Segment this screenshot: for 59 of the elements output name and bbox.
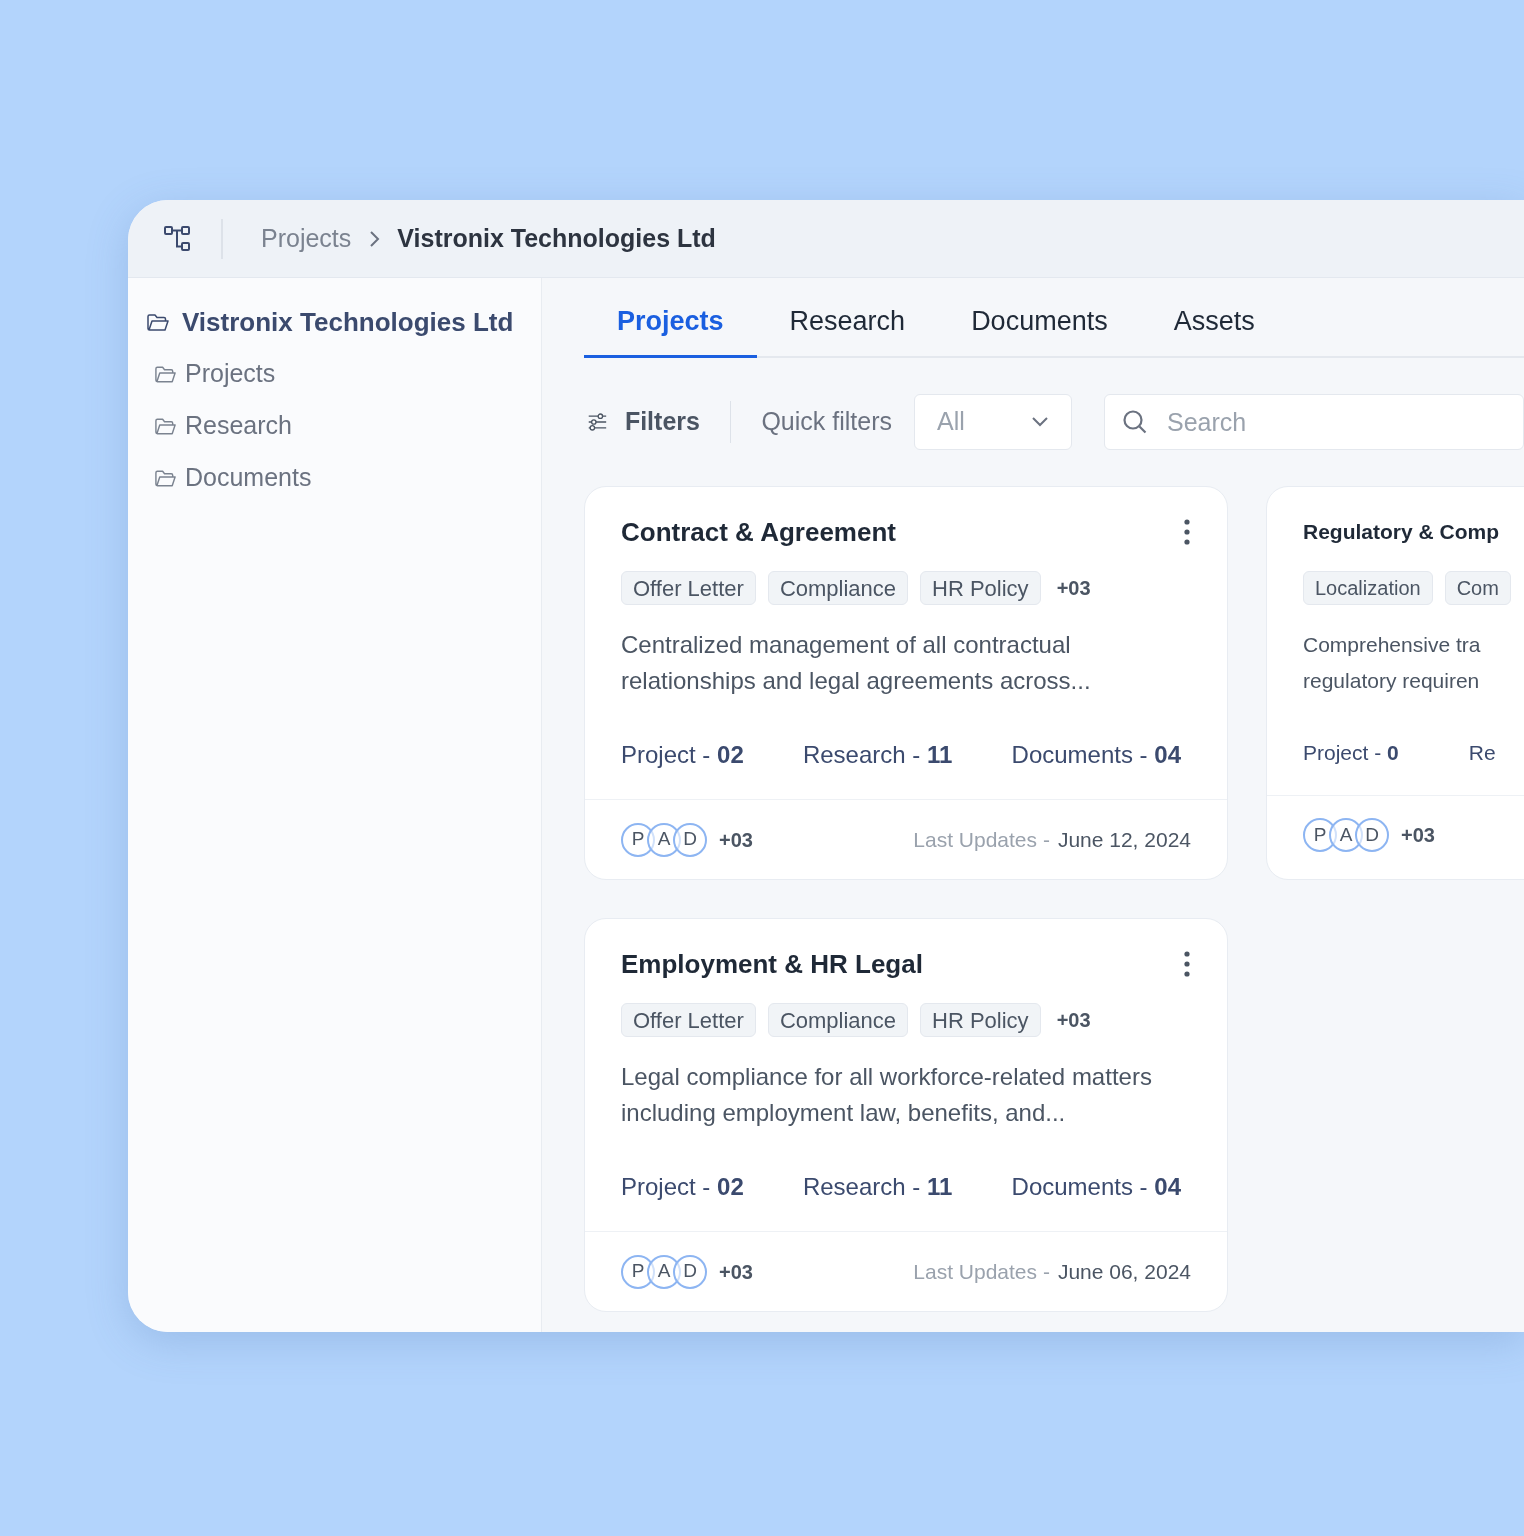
card-title: Employment & HR Legal <box>621 947 923 981</box>
more-people-count: +03 <box>1401 823 1435 848</box>
folder-icon <box>146 312 170 332</box>
tag: Compliance <box>767 571 909 605</box>
stat-label: Project - 02 <box>621 1172 744 1202</box>
stat-label: Documents - 04 <box>1011 1172 1181 1202</box>
tag: Offer Letter <box>621 571 756 605</box>
hierarchy-icon[interactable] <box>163 223 193 254</box>
breadcrumb-item: Vistronix Technologies Ltd <box>397 222 716 254</box>
avatar: D <box>673 1254 707 1289</box>
tag: Offer Letter <box>621 1003 756 1037</box>
more-options-icon[interactable] <box>1183 519 1191 545</box>
stat-label: Project - 02 <box>621 740 744 770</box>
more-options-icon[interactable] <box>1183 951 1191 977</box>
tag: Com <box>1444 571 1511 605</box>
tag: Compliance <box>767 1003 909 1037</box>
card-title: Regulatory & Comp <box>1303 519 1499 546</box>
more-tags-count: +03 <box>1056 576 1091 601</box>
chevron-down-icon <box>1031 416 1049 428</box>
card-description-line: regulatory requiren <box>1303 668 1481 694</box>
more-people-count: +03 <box>719 1259 753 1285</box>
tag: HR Policy <box>920 1003 1041 1037</box>
tag: Localization <box>1303 571 1433 605</box>
more-tags-count: +03 <box>1056 1008 1091 1033</box>
sidebar-item[interactable]: Documents <box>185 459 312 497</box>
card-description: Centralized management of all contractual relationships and legal agreements across... <box>621 630 1092 696</box>
last-updates-label: Last Updates - <box>913 826 1050 853</box>
folder-icon <box>154 468 177 488</box>
more-people-count: +03 <box>719 827 753 853</box>
last-updates-label: Last Updates - <box>913 1258 1050 1285</box>
stat-label: Research - 11 <box>802 1172 953 1202</box>
tab[interactable]: Assets <box>1140 278 1288 358</box>
quick-filters-label: Quick filters <box>761 406 892 438</box>
search-field[interactable]: Search <box>1104 394 1524 450</box>
folder-icon <box>154 416 177 436</box>
avatar: D <box>1355 818 1389 852</box>
card-description: Legal compliance for all workforce-related matters including employment law, benefits, and... <box>621 1062 1153 1128</box>
tag: HR Policy <box>920 571 1041 605</box>
stat-label: Documents - 04 <box>1011 740 1181 770</box>
last-updated-date: June 06, 2024 <box>1057 1258 1191 1285</box>
sliders-icon[interactable] <box>588 410 607 434</box>
card-title: Contract & Agreement <box>621 515 896 549</box>
stat-label: Re <box>1468 740 1496 766</box>
stat-label: Research - 11 <box>802 740 953 770</box>
stat-label: Project - 0 <box>1303 740 1399 766</box>
tab[interactable]: Research <box>756 278 939 358</box>
card-description-line: Comprehensive tra <box>1303 632 1482 658</box>
folder-icon <box>154 364 177 384</box>
breadcrumb-item[interactable]: Projects <box>261 219 352 258</box>
search-icon <box>1122 409 1148 435</box>
avatar: D <box>673 822 707 857</box>
tab[interactable]: Documents <box>938 278 1141 358</box>
sidebar-item[interactable]: Projects <box>185 355 276 393</box>
sidebar-root-item[interactable]: Vistronix Technologies Ltd <box>182 302 514 342</box>
last-updated-date: June 12, 2024 <box>1057 826 1191 853</box>
chevron-right-icon <box>367 228 382 249</box>
tab[interactable]: Projects <box>584 278 757 358</box>
filters-label[interactable]: Filters <box>624 403 700 441</box>
sidebar-item[interactable]: Research <box>185 407 292 445</box>
